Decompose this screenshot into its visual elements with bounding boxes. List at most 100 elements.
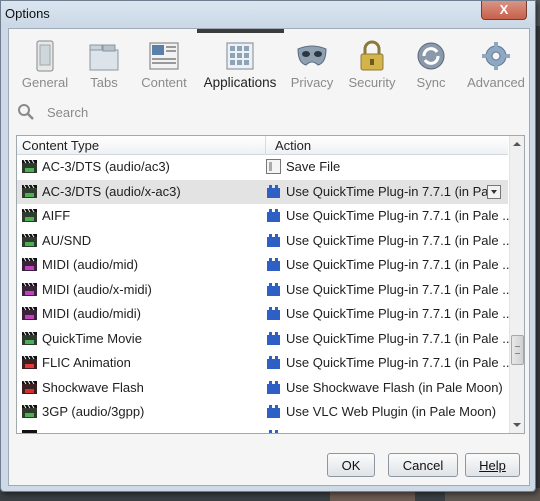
action-dropdown-arrow[interactable] <box>487 184 501 199</box>
plugin-lego-icon <box>266 429 281 433</box>
plugin-lego-icon <box>266 355 281 370</box>
table-row[interactable]: AC-3/DTS (audio/ac3) Save File <box>17 155 508 180</box>
action-cell: Use QuickTime Plug-in 7.7.1 (in Pale ... <box>266 282 513 297</box>
midi-icon <box>22 257 37 272</box>
applications-icon <box>224 39 256 73</box>
action-cell: Use VLC Web Plugin (in Pale Moon) <box>266 404 496 419</box>
action-cell: Use QuickTime Plug-in 7.7.1 (in Pale ... <box>266 306 513 321</box>
table-row[interactable]: MIDI (audio/mid) Use QuickTime Plug-in 7… <box>17 253 513 278</box>
table-row[interactable]: MIDI (audio/x-midi) Use QuickTime Plug-i… <box>17 278 513 303</box>
column-divider[interactable] <box>265 136 266 154</box>
sync-icon <box>415 39 447 73</box>
close-button[interactable]: X <box>481 1 527 20</box>
plugin-lego-icon <box>266 404 281 419</box>
table-scrollbar[interactable] <box>509 136 524 433</box>
action-cell: Use Shockwave Flash (in Pale Moon) <box>266 380 503 395</box>
action-cell: Save File <box>266 159 340 174</box>
cancel-button[interactable]: Cancel <box>388 453 458 477</box>
ok-button[interactable]: OK <box>327 453 375 477</box>
flic-icon <box>22 355 37 370</box>
content-type-cell: MIDI (audio/mid) <box>22 257 138 272</box>
action-cell: Use QuickTime Plug-in 7.7.1 (in Pa... <box>266 184 499 199</box>
plugin-lego-icon <box>266 282 281 297</box>
general-icon <box>29 39 61 73</box>
plugin-lego-icon <box>266 380 281 395</box>
search-input[interactable] <box>47 101 347 123</box>
table-rows: AC-3/DTS (audio/ac3) Save File AC-3/DTS … <box>17 155 513 433</box>
gear-icon <box>480 39 512 73</box>
table-header: Content Type Action <box>17 136 508 155</box>
midi-icon <box>22 306 37 321</box>
pane-security[interactable]: Security <box>347 35 397 95</box>
content-type-cell: AC-3/DTS (audio/ac3) <box>22 159 170 174</box>
pane-label: Security <box>348 75 396 90</box>
search-row <box>17 101 517 123</box>
pane-tabs[interactable]: Tabs <box>84 35 124 95</box>
scroll-up-arrow[interactable] <box>510 136 524 152</box>
table-row[interactable]: MIDI (audio/midi) Use QuickTime Plug-in … <box>17 302 513 327</box>
pane-label: Advanced <box>467 75 525 90</box>
window-title: Options <box>5 6 50 21</box>
midi-icon <box>22 282 37 297</box>
flash-icon <box>22 380 37 395</box>
content-type-cell: AC-3/DTS (audio/x-ac3) <box>22 184 181 199</box>
content-type-cell: Shockwave Flash <box>22 380 144 395</box>
options-window: Options X General Tabs Content Applicati… <box>0 0 536 492</box>
preferences-toolbar: General Tabs Content Applications Privac… <box>9 35 529 95</box>
movie-clapper-icon <box>22 233 37 248</box>
plugin-lego-icon <box>266 306 281 321</box>
column-header-action[interactable]: Action <box>275 138 311 153</box>
content-type-cell: MIDI (audio/x-midi) <box>22 282 152 297</box>
pane-advanced[interactable]: Advanced <box>467 35 525 95</box>
action-cell: Use QuickTime Plug-in 7.7.1 (in Pale ... <box>266 233 513 248</box>
scroll-down-arrow[interactable] <box>510 417 524 433</box>
movie-clapper-icon <box>22 184 37 199</box>
dialog-body: General Tabs Content Applications Privac… <box>8 28 530 486</box>
tabs-icon <box>88 39 120 73</box>
plugin-lego-icon <box>266 331 281 346</box>
table-row[interactable]: AIFF Use QuickTime Plug-in 7.7.1 (in Pal… <box>17 204 513 229</box>
content-type-cell: FLIC Animation <box>22 355 131 370</box>
pane-applications[interactable]: Applications <box>199 35 281 95</box>
table-row[interactable]: Shockwave Flash Use Shockwave Flash (in … <box>17 376 508 401</box>
content-type-cell: AIFF <box>22 208 70 223</box>
content-type-cell: MIDI (audio/midi) <box>22 306 141 321</box>
pane-label: Tabs <box>90 75 118 90</box>
pane-label: Applications <box>203 75 277 90</box>
scrollbar-thumb[interactable] <box>511 335 524 365</box>
pane-label: Content <box>141 75 187 90</box>
privacy-mask-icon <box>296 39 328 73</box>
movie-clapper-icon <box>22 404 37 419</box>
table-row[interactable]: AC-3/DTS (audio/x-ac3) Use QuickTime Plu… <box>17 179 508 204</box>
search-icon <box>17 103 35 121</box>
content-type-table: Content Type Action AC-3/DTS (audio/ac3)… <box>16 135 525 434</box>
plugin-lego-icon <box>266 257 281 272</box>
movie-clapper-icon <box>22 159 37 174</box>
column-header-content-type[interactable]: Content Type <box>22 138 99 153</box>
movie-clapper-icon <box>22 208 37 223</box>
content-type-cell: AU/SND <box>22 233 91 248</box>
pane-label: Sync <box>416 75 446 90</box>
help-button[interactable]: Help <box>465 453 520 477</box>
content-type-cell <box>22 429 42 433</box>
action-cell <box>266 429 286 433</box>
title-bar[interactable]: Options X <box>1 1 535 27</box>
table-row[interactable]: 3GP (audio/3gpp) Use VLC Web Plugin (in … <box>17 400 508 425</box>
content-type-cell: 3GP (audio/3gpp) <box>22 404 144 419</box>
pane-label: Privacy <box>290 75 334 90</box>
pane-content[interactable]: Content <box>139 35 189 95</box>
action-cell: Use QuickTime Plug-in 7.7.1 (in Pale ... <box>266 331 513 346</box>
table-row[interactable]: FLIC Animation Use QuickTime Plug-in 7.7… <box>17 351 513 376</box>
table-row[interactable] <box>17 425 508 433</box>
table-row[interactable]: AU/SND Use QuickTime Plug-in 7.7.1 (in P… <box>17 229 513 254</box>
save-file-icon <box>266 159 281 174</box>
pane-sync[interactable]: Sync <box>411 35 451 95</box>
pane-label: General <box>21 75 69 90</box>
selected-pane-indicator <box>197 29 284 33</box>
pane-general[interactable]: General <box>19 35 71 95</box>
pane-privacy[interactable]: Privacy <box>289 35 335 95</box>
action-cell: Use QuickTime Plug-in 7.7.1 (in Pale ... <box>266 208 513 223</box>
movie-clapper-icon <box>22 331 37 346</box>
table-row[interactable]: QuickTime Movie Use QuickTime Plug-in 7.… <box>17 327 513 352</box>
content-type-cell: QuickTime Movie <box>22 331 142 346</box>
